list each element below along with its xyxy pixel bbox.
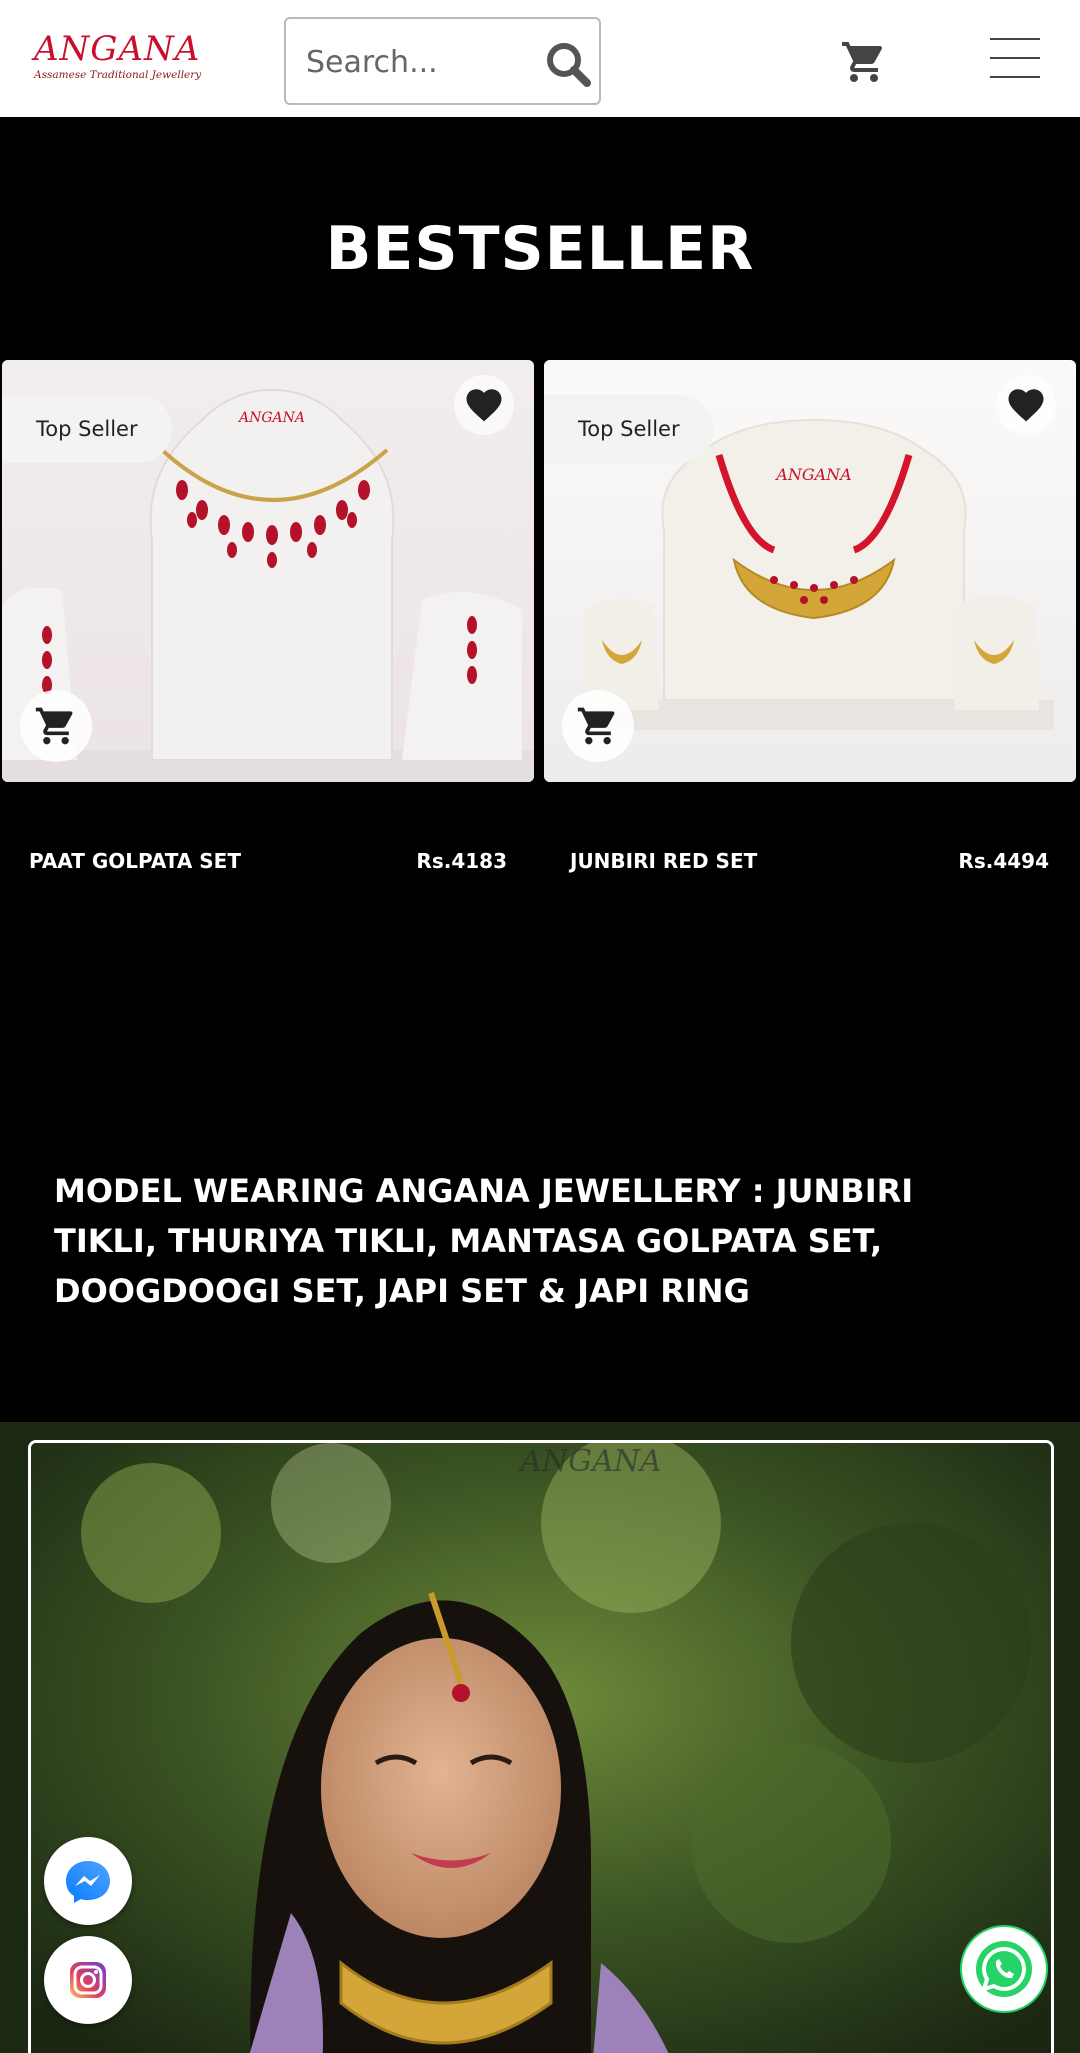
svg-text:ANGANA: ANGANA: [237, 410, 305, 426]
model-section-caption: MODEL WEARING ANGANA JEWELLERY : JUNBIRI…: [54, 1172, 914, 1310]
add-to-cart-icon[interactable]: [562, 690, 634, 762]
top-seller-badge: Top Seller: [544, 395, 714, 463]
site-logo[interactable]: ANGANA Assamese Traditional Jewellery: [34, 29, 202, 82]
heart-icon[interactable]: [454, 375, 514, 435]
menu-icon[interactable]: [990, 38, 1042, 80]
whatsapp-icon[interactable]: [960, 1925, 1048, 2013]
model-photo: ANGANA: [28, 1440, 1054, 2053]
svg-text:ANGANA: ANGANA: [517, 1444, 661, 1479]
product-card[interactable]: ANGANA Top Seller: [544, 360, 1076, 782]
bestseller-title: BESTSELLER: [325, 214, 755, 284]
menu-line: [990, 38, 1040, 40]
instagram-icon[interactable]: [44, 1936, 132, 2024]
messenger-icon[interactable]: [44, 1837, 132, 1925]
logo-title: ANGANA: [34, 29, 201, 69]
product-name[interactable]: PAAT GOLPATA SET: [29, 849, 241, 873]
menu-line: [990, 57, 1040, 59]
menu-line: [990, 76, 1040, 78]
add-to-cart-icon[interactable]: [20, 690, 92, 762]
product-card[interactable]: ANGANA Top Seller: [2, 360, 534, 782]
page: ANGANA Assamese Traditional Jewellery BE…: [0, 0, 1080, 2053]
model-photo-section: ANGANA: [0, 1422, 1080, 2053]
cart-icon[interactable]: [838, 38, 890, 86]
product-price: Rs.4183: [416, 849, 507, 873]
search-input[interactable]: [306, 41, 526, 83]
search-icon[interactable]: [543, 39, 593, 89]
product-name[interactable]: JUNBIRI RED SET: [570, 849, 757, 873]
heart-icon[interactable]: [996, 375, 1056, 435]
site-header: ANGANA Assamese Traditional Jewellery: [0, 0, 1080, 117]
logo-subtitle: Assamese Traditional Jewellery: [34, 69, 202, 81]
top-seller-badge: Top Seller: [2, 395, 172, 463]
svg-text:ANGANA: ANGANA: [774, 465, 851, 484]
search-box: [284, 17, 601, 105]
product-price: Rs.4494: [958, 849, 1049, 873]
